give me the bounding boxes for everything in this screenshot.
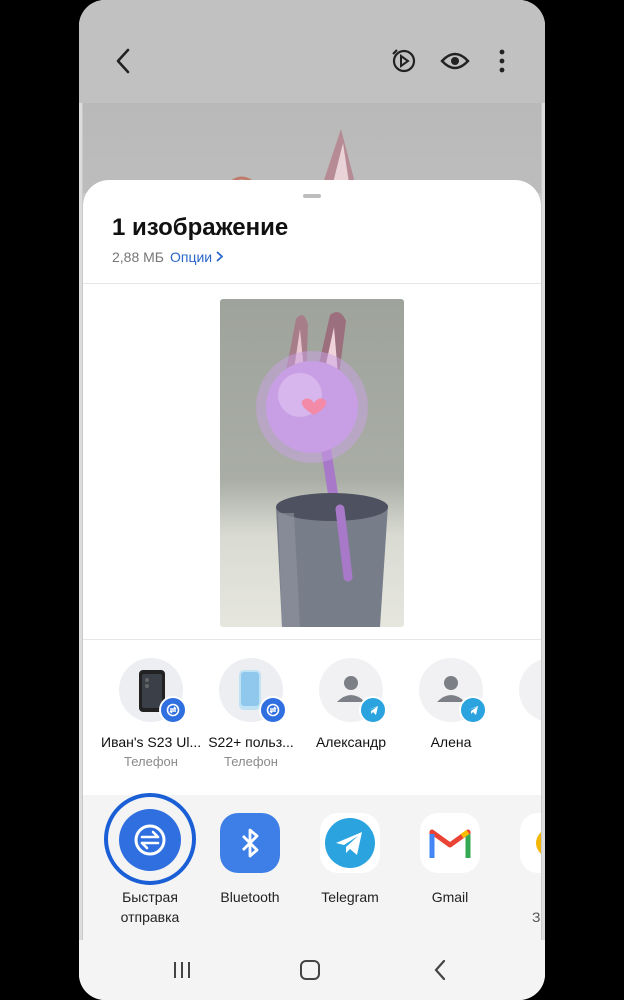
file-size: 2,88 МБ — [112, 249, 164, 265]
recents-icon[interactable] — [167, 958, 197, 982]
sheet-title: 1 изображение — [112, 214, 289, 241]
app-telegram[interactable]: Telegram — [300, 813, 400, 907]
highlight-ring — [104, 793, 196, 885]
contact-1[interactable]: Александр — [301, 658, 401, 750]
bluetooth-icon — [220, 813, 280, 873]
nearby-name: S22+ польз... — [208, 734, 294, 750]
divider — [83, 639, 541, 640]
telegram-badge-icon — [459, 696, 487, 724]
divider — [83, 283, 541, 284]
image-preview[interactable] — [220, 299, 404, 627]
device-avatar — [219, 658, 287, 724]
quick-share-badge-icon — [259, 696, 287, 724]
options-link-label: Опции — [170, 249, 213, 265]
eye-icon[interactable] — [438, 44, 472, 78]
home-icon[interactable] — [295, 958, 325, 982]
apps-row: Быстрая отправка Bluetooth Telegram Gmai… — [83, 793, 541, 940]
nearby-type: Телефон — [224, 754, 278, 769]
app-name: Gmail — [431, 889, 469, 905]
device-avatar — [119, 658, 187, 724]
person-avatar-icon — [519, 658, 541, 722]
nearby-type: Телефон — [124, 754, 178, 769]
contact-2[interactable]: Алена — [401, 658, 501, 750]
app-gmail[interactable]: Gmail — [400, 813, 500, 907]
person-avatar-icon — [419, 658, 487, 724]
quick-share-badge-icon — [159, 696, 187, 724]
person-avatar-icon — [319, 658, 387, 724]
app-name: Bluetooth — [220, 889, 280, 905]
nearby-name: Александр — [315, 734, 387, 750]
back-nav-icon[interactable] — [425, 958, 455, 982]
telegram-icon — [320, 813, 380, 873]
nearby-device-1[interactable]: Иван's S23 Ul... Телефон — [101, 658, 201, 769]
back-icon[interactable] — [107, 44, 141, 78]
sheet-subtitle: 2,88 МБ Опции — [112, 249, 224, 265]
app-name: Быстрая отправка — [120, 889, 180, 925]
phone-frame: 1 изображение 2,88 МБ Опции Иван's S23 U… — [79, 0, 545, 1000]
navigation-bar — [79, 940, 545, 1000]
nearby-name: Иван's S23 Ul... — [101, 734, 202, 750]
nearby-people-row: Иван's S23 Ul... Телефон S22+ польз... Т… — [83, 650, 541, 790]
app-name: Telegram — [321, 889, 379, 905]
share-sheet: 1 изображение 2,88 МБ Опции Иван's S23 U… — [83, 180, 541, 940]
gallery-top-bar — [79, 0, 545, 103]
nearby-device-2[interactable]: S22+ польз... Телефон — [201, 658, 301, 769]
app-name: Ф — [500, 887, 541, 907]
partial-app-icon — [520, 813, 541, 873]
telegram-badge-icon — [359, 696, 387, 724]
gmail-icon — [420, 813, 480, 873]
video-remaster-icon[interactable] — [387, 44, 421, 78]
options-link[interactable]: Опции — [170, 249, 224, 265]
more-icon[interactable] — [485, 44, 519, 78]
app-bluetooth[interactable]: Bluetooth — [200, 813, 300, 907]
sheet-handle[interactable] — [303, 194, 321, 198]
contact-partial[interactable] — [501, 658, 541, 722]
chevron-right-icon — [216, 251, 224, 262]
nearby-name: Алена — [430, 734, 472, 750]
app-quick-share[interactable]: Быстрая отправка — [100, 793, 200, 927]
app-subname: Загру — [532, 909, 541, 925]
app-partial[interactable]: Ф Загру — [500, 813, 541, 927]
